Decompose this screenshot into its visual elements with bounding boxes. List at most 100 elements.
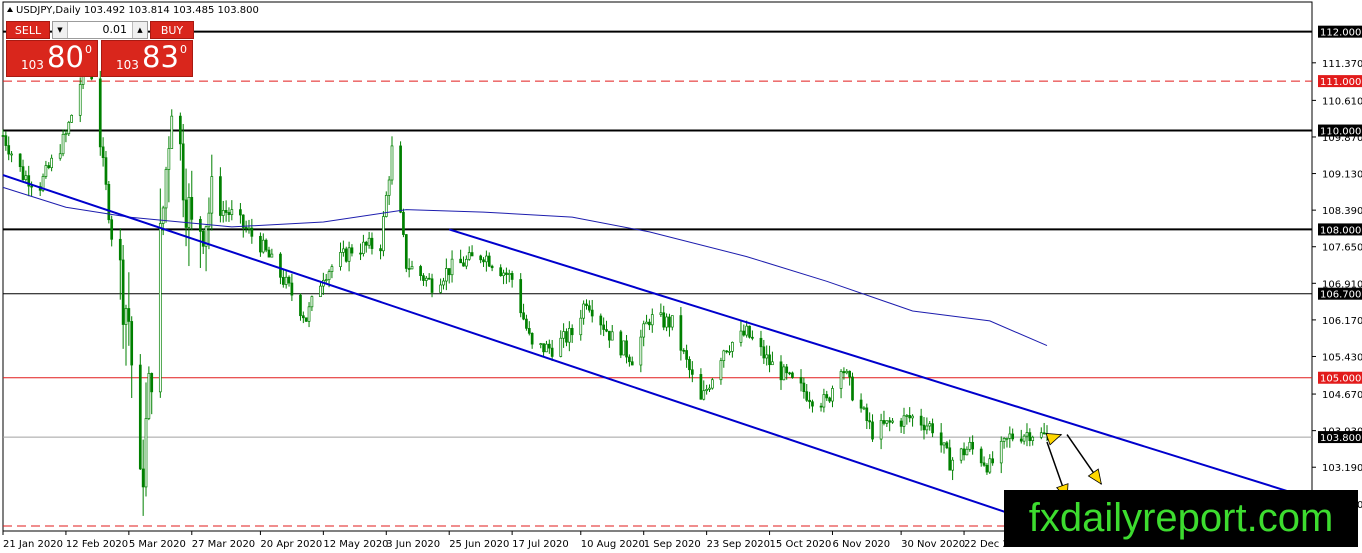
candle-body: [58, 153, 62, 159]
candle-body: [290, 282, 294, 296]
candle-body: [788, 372, 791, 375]
candle-body: [559, 337, 563, 357]
candle-body: [699, 374, 703, 400]
candle-body: [419, 266, 422, 277]
candle-body: [279, 253, 282, 278]
lot-decrease-icon[interactable]: ▼: [53, 22, 68, 38]
candle-body: [582, 303, 585, 319]
candle-body: [710, 379, 714, 389]
buy-price-button[interactable]: 103 83 0: [101, 40, 193, 77]
candle-body: [1028, 432, 1032, 441]
candle-body: [1025, 432, 1029, 437]
candle-body: [138, 364, 142, 470]
candle-body: [104, 157, 108, 185]
candle-body: [181, 143, 185, 201]
x-tick-label: 10 Aug 2020: [581, 539, 645, 550]
candle-body: [579, 317, 583, 336]
candle-body: [50, 157, 53, 168]
candle-body: [859, 399, 863, 409]
candle-body: [911, 415, 914, 419]
candle-body: [422, 275, 425, 281]
candle-body: [141, 468, 145, 488]
candle-body: [221, 210, 225, 216]
candle-body: [1008, 433, 1012, 439]
candle-body: [588, 305, 591, 311]
candle-body: [230, 209, 234, 215]
candle-body: [719, 360, 723, 381]
candle-body: [527, 328, 531, 334]
candle-body: [404, 234, 408, 269]
chart-title: USDJPY,Daily 103.492 103.814 103.485 103…: [16, 5, 259, 16]
level-label: 105.000: [1320, 374, 1361, 385]
candle-body: [828, 397, 831, 402]
candle-body: [161, 207, 165, 224]
x-tick-label: 25 Jun 2020: [449, 539, 509, 550]
candle-body: [382, 216, 385, 252]
candle-body: [1005, 437, 1009, 440]
y-tick-label: 110.610: [1322, 96, 1362, 107]
candle-body: [759, 337, 763, 348]
candle-body: [628, 356, 631, 363]
candle-body: [811, 401, 814, 407]
candle-body: [751, 336, 754, 339]
candle-body: [301, 315, 305, 319]
candle-body: [1039, 432, 1043, 438]
candle-body: [871, 421, 874, 440]
sell-price-button[interactable]: 103 80 0: [6, 40, 98, 77]
candle-body: [467, 252, 471, 260]
candle-body: [4, 135, 8, 146]
candle-body: [522, 312, 525, 320]
candle-body: [67, 121, 71, 135]
candle-body: [379, 248, 382, 252]
candle-body: [427, 277, 431, 280]
candle-body: [124, 308, 128, 325]
candle-body: [18, 153, 22, 168]
level-label: 108.000: [1320, 225, 1361, 236]
candle-body: [78, 84, 82, 116]
candle-body: [424, 277, 428, 281]
candle-body: [765, 354, 769, 359]
candle-body: [241, 214, 245, 228]
level-label: 112.000: [1320, 28, 1361, 39]
candle-body: [988, 458, 992, 473]
candle-body: [1011, 433, 1015, 440]
candle-body: [510, 273, 514, 280]
candle-body: [662, 312, 666, 328]
x-tick-label: 15 Oct 2020: [770, 539, 832, 550]
candle-body: [370, 237, 374, 249]
candle-body: [219, 176, 222, 216]
candle-body: [499, 267, 503, 277]
candle-body: [665, 316, 668, 328]
candle-body: [519, 279, 523, 314]
candle-body: [64, 133, 68, 136]
candle-body: [227, 212, 231, 215]
candle-body: [1019, 438, 1023, 442]
lot-size-field[interactable]: ▼ 0.01 ▲: [52, 21, 148, 39]
candle-body: [848, 370, 851, 378]
buy-price-pips: 83: [142, 40, 179, 74]
candle-body: [347, 247, 351, 262]
x-tick-label: 6 Nov 2020: [832, 539, 890, 550]
candle-body: [622, 340, 626, 356]
candle-body: [731, 341, 734, 352]
candle-body: [1031, 436, 1035, 441]
candle-body: [808, 399, 811, 403]
candle-body: [547, 343, 551, 349]
sell-button[interactable]: SELL: [6, 21, 50, 39]
candle-body: [244, 227, 248, 229]
candle-body: [118, 238, 122, 261]
candle-body: [462, 262, 465, 267]
candle-body: [888, 420, 892, 423]
candle-body: [590, 309, 594, 317]
candle-body: [530, 332, 534, 345]
candle-body: [1, 135, 5, 137]
candle-body: [985, 464, 989, 473]
buy-button[interactable]: BUY: [150, 21, 194, 39]
candle-body: [430, 278, 434, 293]
candle-body: [879, 420, 883, 440]
x-tick-label: 1 Sep 2020: [644, 539, 701, 550]
y-tick-label: 106.910: [1322, 279, 1362, 290]
level-label: 111.000: [1320, 77, 1361, 88]
candle-body: [319, 285, 322, 298]
lot-increase-icon[interactable]: ▲: [132, 22, 147, 38]
